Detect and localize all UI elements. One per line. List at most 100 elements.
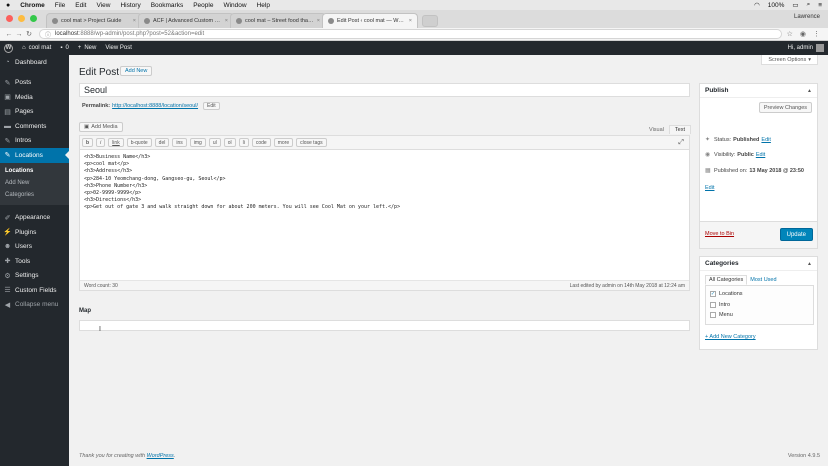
menu-help[interactable]: Help (257, 2, 270, 9)
qt-more[interactable]: more (273, 138, 294, 147)
info-icon[interactable]: ⓘ (45, 30, 51, 39)
sidebar-item-users[interactable]: ☻ Users (0, 240, 69, 255)
search-icon[interactable]: ⌕ (807, 1, 811, 9)
move-to-bin-link[interactable]: Move to Bin (705, 231, 734, 237)
categories-box-header[interactable]: Categories ▲ (700, 257, 817, 271)
sidebar-item-custom-fields[interactable]: ☰ Custom Fields (0, 283, 69, 298)
published-edit-link[interactable]: Edit (705, 185, 714, 191)
sidebar-item-dashboard[interactable]: ◔ Dashboard (0, 55, 69, 70)
maximize-window-icon[interactable] (30, 15, 37, 22)
tab-all-categories[interactable]: All Categories (705, 275, 748, 285)
my-account[interactable]: Hi, admin (788, 44, 824, 52)
publish-box-header[interactable]: Publish ▲ (700, 84, 817, 98)
close-tab-icon[interactable]: × (409, 18, 412, 24)
menu-file[interactable]: File (55, 2, 65, 9)
checkbox-checked[interactable]: ✓ (710, 291, 716, 298)
sidebar-item-comments[interactable]: ▬ Comments (0, 119, 69, 134)
reload-icon[interactable]: ↻ (24, 30, 34, 38)
tab-most-used[interactable]: Most Used (747, 275, 779, 285)
qt-ul[interactable]: ul (208, 138, 221, 147)
qt-close-tags[interactable]: close tags (296, 138, 327, 147)
back-icon[interactable]: ← (4, 31, 14, 38)
permalink-edit-button[interactable]: Edit (203, 102, 220, 110)
sidebar-item-posts[interactable]: ✎ Posts (0, 76, 69, 91)
menu-history[interactable]: History (120, 2, 140, 9)
close-tab-icon[interactable]: × (225, 18, 228, 24)
qt-del[interactable]: del (154, 138, 170, 147)
checkbox[interactable] (710, 312, 716, 319)
add-media-button[interactable]: ▣ Add Media (79, 122, 123, 132)
sidebar-item-media[interactable]: ▣ Media (0, 90, 69, 105)
qt-ol[interactable]: ol (223, 138, 236, 147)
caret-up-icon[interactable]: ▲ (807, 261, 812, 267)
browser-tab[interactable]: cool mat > Project Guide × (46, 13, 142, 28)
browser-menu-icon[interactable]: ⋮ (813, 30, 820, 38)
category-item-intro[interactable]: Intro (710, 300, 809, 311)
menu-bookmarks[interactable]: Bookmarks (151, 2, 184, 9)
preview-changes-button[interactable]: Preview Changes (758, 102, 812, 113)
status-edit-link[interactable]: Edit (761, 137, 770, 143)
menu-app[interactable]: Chrome (20, 2, 45, 9)
qt-italic[interactable]: i (96, 138, 106, 147)
forward-icon[interactable]: → (14, 31, 24, 38)
sidebar-item-settings[interactable]: ⚙ Settings (0, 269, 69, 284)
extension-icon[interactable]: ◉ (800, 30, 806, 38)
sidebar-item-tools[interactable]: ✚ Tools (0, 254, 69, 269)
new-content-link[interactable]: + New (78, 45, 97, 51)
tab-text[interactable]: Text (668, 125, 691, 134)
submenu-categories[interactable]: Categories (0, 189, 69, 201)
sidebar-item-locations[interactable]: ✎ Locations (0, 148, 69, 163)
caret-up-icon[interactable]: ▲ (807, 88, 812, 94)
view-post-link[interactable]: View Post (105, 45, 132, 51)
permalink-link[interactable]: http://localhost:8888/location/seoul/ (112, 103, 198, 109)
content-editor[interactable]: b i link b-quote del ins img ul ol li co… (79, 135, 690, 291)
profile-name[interactable]: Lawrence (794, 14, 820, 20)
apple-icon[interactable]: ● (6, 2, 10, 9)
menu-view[interactable]: View (96, 2, 110, 9)
sidebar-item-intros[interactable]: ✎ Intros (0, 134, 69, 149)
browser-tab[interactable]: ACF | Advanced Custom Fields × (138, 13, 234, 28)
qt-bold[interactable]: b (82, 138, 94, 147)
battery-icon[interactable]: ▭ (792, 1, 798, 9)
qt-code[interactable]: code (251, 138, 271, 147)
menu-people[interactable]: People (193, 2, 213, 9)
qt-ins[interactable]: ins (172, 138, 187, 147)
sidebar-item-collapse[interactable]: ◀ Collapse menu (0, 298, 69, 313)
map-input[interactable] (79, 320, 690, 331)
wordpress-link[interactable]: WordPress (147, 453, 174, 459)
close-window-icon[interactable] (6, 15, 13, 22)
close-tab-icon[interactable]: × (133, 18, 136, 24)
sidebar-item-appearance[interactable]: ✐ Appearance (0, 211, 69, 226)
browser-tab-active[interactable]: Edit Post ‹ cool mat — WordPr × (322, 13, 418, 28)
close-tab-icon[interactable]: × (317, 18, 320, 24)
wifi-icon[interactable]: ◠ (754, 1, 760, 9)
site-name-link[interactable]: ⌂ cool mat (22, 45, 51, 51)
browser-tab[interactable]: cool mat – Street food that su × (230, 13, 326, 28)
submenu-add-new[interactable]: Add New (0, 177, 69, 189)
sidebar-item-pages[interactable]: ▤ Pages (0, 105, 69, 120)
menu-list-icon[interactable]: ≡ (818, 2, 822, 9)
tab-visual[interactable]: Visual (644, 125, 669, 134)
screen-options-button[interactable]: Screen Options ▾ (761, 55, 818, 65)
content-textarea[interactable]: <h3>Business Name</h3> <p>cool mat</p> <h3… (80, 150, 689, 216)
add-new-category-link[interactable]: + Add New Category (705, 334, 756, 340)
submenu-all-locations[interactable]: Locations (0, 165, 69, 177)
update-button[interactable]: Update (779, 228, 813, 241)
category-item-locations[interactable]: ✓ Locations (710, 289, 809, 300)
post-title-input[interactable]: Seoul (79, 83, 690, 97)
sidebar-item-plugins[interactable]: ⚡ Plugins (0, 225, 69, 240)
category-item-menu[interactable]: Menu (710, 310, 809, 321)
menu-edit[interactable]: Edit (75, 2, 86, 9)
fullscreen-icon[interactable]: ⤢ (678, 139, 684, 147)
minimize-window-icon[interactable] (18, 15, 25, 22)
menu-window[interactable]: Window (223, 2, 246, 9)
qt-li[interactable]: li (238, 138, 249, 147)
qt-blockquote[interactable]: b-quote (126, 138, 152, 147)
qt-link[interactable]: link (108, 138, 124, 147)
wp-logo-button[interactable]: W (4, 43, 13, 53)
checkbox[interactable] (710, 301, 716, 308)
new-tab-button[interactable] (422, 15, 438, 27)
qt-img[interactable]: img (189, 138, 206, 147)
comments-link[interactable]: ▪ 0 (60, 45, 68, 51)
url-input[interactable]: ⓘ localhost :8888/wp-admin/post.php?post… (39, 29, 782, 39)
